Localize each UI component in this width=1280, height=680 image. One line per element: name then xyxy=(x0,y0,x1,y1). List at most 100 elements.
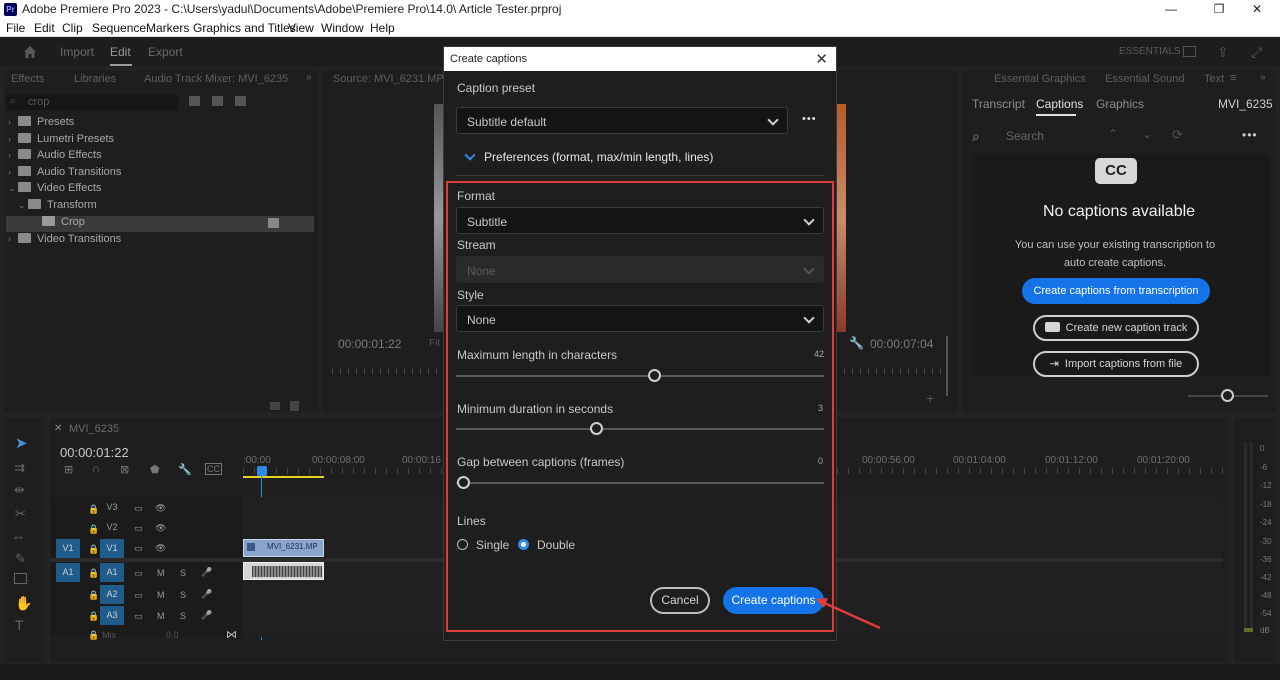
sync-lock-icon[interactable]: ▭ xyxy=(134,568,143,579)
menu-sequence[interactable]: Sequence xyxy=(92,21,146,35)
captions-display-icon[interactable]: CC xyxy=(205,463,222,475)
32bit-effects-icon[interactable] xyxy=(212,96,223,106)
search-next-icon[interactable]: ⌄ xyxy=(1142,127,1152,141)
source-patch-v1[interactable]: V1 xyxy=(56,539,80,558)
zoom-slider-knob[interactable] xyxy=(1221,389,1234,402)
mute-button[interactable]: M xyxy=(157,590,165,600)
track-a1[interactable]: A1 xyxy=(100,563,124,582)
captions-search-input[interactable]: Search xyxy=(1006,129,1044,143)
ripple-edit-tool-icon[interactable]: ⇹ xyxy=(14,482,25,498)
solo-button[interactable]: S xyxy=(180,611,186,621)
tree-item-presets[interactable]: › Presets xyxy=(8,116,74,132)
track-select-tool-icon[interactable]: ⇉ xyxy=(14,460,25,476)
mute-button[interactable]: M xyxy=(157,611,165,621)
new-bin-icon[interactable] xyxy=(270,402,280,410)
share-icon[interactable]: ⇪ xyxy=(1217,44,1229,61)
track-v2[interactable]: V2 xyxy=(100,518,124,537)
effects-search-input[interactable]: ⌕ crop xyxy=(6,94,178,110)
menu-view[interactable]: View xyxy=(288,21,314,35)
tree-item-audio-effects[interactable]: › Audio Effects xyxy=(8,149,102,165)
lock-icon[interactable]: 🔒 xyxy=(88,630,99,641)
track-a3[interactable]: A3 xyxy=(100,606,124,625)
search-prev-icon[interactable]: ⌃ xyxy=(1108,127,1118,141)
source-timecode[interactable]: 00:00:01:22 xyxy=(338,337,401,351)
wrench-icon[interactable]: 🔧 xyxy=(178,463,192,476)
mute-button[interactable]: M xyxy=(157,568,165,578)
eye-icon[interactable]: 👁 xyxy=(155,523,166,534)
lock-icon[interactable]: 🔒 xyxy=(88,524,99,535)
sync-lock-icon[interactable]: ▭ xyxy=(134,503,143,514)
chevron-down-icon[interactable] xyxy=(464,149,476,161)
razor-tool-icon[interactable]: ✂ xyxy=(15,506,26,522)
snap-icon[interactable]: ∩ xyxy=(92,463,100,475)
tab-text[interactable]: Text xyxy=(1204,73,1224,85)
sync-lock-icon[interactable]: ▭ xyxy=(134,611,143,622)
solo-button[interactable]: S xyxy=(180,568,186,578)
panel-layout-icon[interactable] xyxy=(1183,46,1196,57)
tree-item-lumetri-presets[interactable]: › Lumetri Presets xyxy=(8,133,114,149)
fit-dropdown[interactable]: Fit xyxy=(429,338,440,349)
lock-icon[interactable]: 🔒 xyxy=(88,611,99,622)
tab-sequence[interactable]: MVI_6235 xyxy=(69,423,119,435)
tab-libraries[interactable]: Libraries xyxy=(74,73,116,85)
menu-file[interactable]: File xyxy=(6,21,25,35)
menu-edit[interactable]: Edit xyxy=(34,21,55,35)
caption-preset-select[interactable]: Subtitle default xyxy=(456,107,788,134)
sequence-timecode[interactable]: 00:00:01:22 xyxy=(60,445,129,460)
lock-icon[interactable]: 🔒 xyxy=(88,544,99,555)
tab-essential-sound[interactable]: Essential Sound xyxy=(1105,73,1185,85)
selection-tool-icon[interactable]: ➤ xyxy=(15,434,28,452)
wrench-icon[interactable]: 🔧 xyxy=(849,336,864,350)
yuv-effects-icon[interactable] xyxy=(235,96,246,106)
minimize-button[interactable]: — xyxy=(1148,0,1194,19)
hand-tool-icon[interactable]: ✋ xyxy=(15,595,32,612)
eye-icon[interactable]: 👁 xyxy=(155,543,166,554)
mix-volume-value[interactable]: 0.0 xyxy=(166,630,179,640)
track-v3[interactable]: V3 xyxy=(100,498,124,517)
solo-button[interactable]: S xyxy=(180,590,186,600)
tab-audio-track-mixer[interactable]: Audio Track Mixer: MVI_6235 xyxy=(144,73,288,85)
import-captions-from-file-button[interactable]: ⇥ Import captions from file xyxy=(1033,351,1199,377)
lock-icon[interactable]: 🔒 xyxy=(88,504,99,515)
sync-lock-icon[interactable]: ▭ xyxy=(134,590,143,601)
video-clip[interactable]: MVI_6231.MP xyxy=(243,539,324,557)
tree-item-video-effects[interactable]: ⌄ Video Effects xyxy=(8,182,101,198)
preferences-toggle[interactable]: Preferences (format, max/min length, lin… xyxy=(484,150,713,164)
menu-clip[interactable]: Clip xyxy=(62,21,83,35)
tab-export[interactable]: Export xyxy=(148,45,183,59)
microphone-icon[interactable]: 🎤 xyxy=(201,567,212,578)
playhead-handle[interactable] xyxy=(257,466,267,476)
tab-transcript[interactable]: Transcript xyxy=(972,97,1025,111)
replace-icon[interactable]: ⟳ xyxy=(1172,127,1183,143)
menu-graphics-and-titles[interactable]: Graphics and Titles xyxy=(193,21,296,35)
menu-window[interactable]: Window xyxy=(321,21,364,35)
delete-icon[interactable] xyxy=(290,401,299,411)
sync-lock-icon[interactable]: ▭ xyxy=(134,543,143,554)
tab-effects[interactable]: Effects xyxy=(11,73,44,85)
tree-item-audio-transitions[interactable]: › Audio Transitions xyxy=(8,166,121,182)
preset-more-options-icon[interactable]: ••• xyxy=(802,113,817,125)
tree-item-video-transitions[interactable]: › Video Transitions xyxy=(8,233,121,249)
microphone-icon[interactable]: 🎤 xyxy=(201,610,212,621)
fullscreen-icon[interactable]: ⤢ xyxy=(1251,44,1262,61)
work-area-bar[interactable] xyxy=(243,476,324,478)
audio-clip[interactable] xyxy=(243,562,324,580)
create-captions-from-transcription-button[interactable]: Create captions from transcription xyxy=(1022,278,1210,304)
panel-overflow-icon[interactable]: » xyxy=(306,72,312,83)
tab-import[interactable]: Import xyxy=(60,45,94,59)
tab-edit[interactable]: Edit xyxy=(110,45,131,59)
tab-graphics[interactable]: Graphics xyxy=(1096,97,1144,111)
rectangle-tool-icon[interactable] xyxy=(14,573,27,584)
track-a2[interactable]: A2 xyxy=(100,585,124,604)
accelerated-effects-icon[interactable] xyxy=(189,96,200,106)
microphone-icon[interactable]: 🎤 xyxy=(201,589,212,600)
menu-help[interactable]: Help xyxy=(370,21,395,35)
tab-captions[interactable]: Captions xyxy=(1036,97,1083,111)
pen-tool-icon[interactable]: ✎ xyxy=(15,551,26,567)
type-tool-icon[interactable]: T xyxy=(15,617,24,633)
close-sequence-icon[interactable]: ✕ xyxy=(54,423,62,434)
eye-icon[interactable]: 👁 xyxy=(155,503,166,514)
menu-markers[interactable]: Markers xyxy=(146,21,189,35)
lock-icon[interactable]: 🔒 xyxy=(88,568,99,579)
lock-icon[interactable]: 🔒 xyxy=(88,590,99,601)
